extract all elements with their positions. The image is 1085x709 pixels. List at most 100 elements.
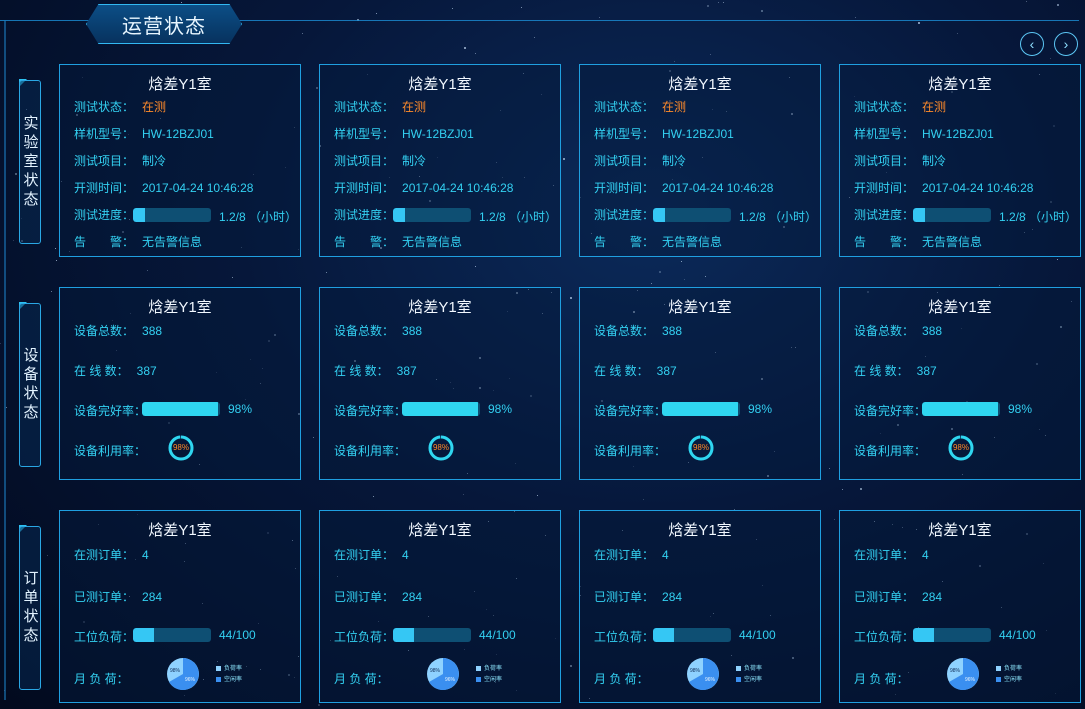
pie-label-idle: 96% [705, 677, 716, 683]
load-bar [913, 628, 991, 642]
section-tab-label: 设备状态 [21, 347, 39, 423]
pie-label-load: 98% [950, 668, 961, 674]
chevron-left-icon: ‹ [1029, 36, 1035, 52]
pie-svg [427, 658, 459, 690]
device-util: 设备利用率： [74, 442, 146, 459]
alarm-value: 无告警信息 [142, 235, 203, 249]
progress-value: 1.2/8 （小时） [999, 210, 1078, 224]
alarm-label: 告 警： [854, 235, 915, 249]
prev-button[interactable]: ‹ [1020, 32, 1044, 56]
util-ring-value: 98% [172, 443, 189, 452]
intact-value: 98% [1008, 402, 1033, 416]
start-time: 开测时间： 2017-04-24 10:46:28 [334, 179, 513, 196]
station-load: 工位负荷： [854, 628, 914, 645]
intact-bar [142, 402, 220, 416]
legend-item-idle: 空闲率 [476, 675, 502, 686]
order-status-card[interactable]: 焓差Y1室 在测订单： 4 已测订单： 284 工位负荷： 44/100 月 负 荷： 98% 9… [59, 510, 301, 703]
legend-swatch-load [736, 665, 741, 671]
legend-swatch-idle [476, 676, 481, 682]
pie-legend: 负荷率 空闲率 [216, 664, 242, 686]
station-load-label: 工位负荷： [594, 630, 655, 644]
device-total: 设备总数： 388 [594, 322, 682, 339]
section-tab-order[interactable]: 订单状态 [19, 526, 41, 690]
device-status-card[interactable]: 焓差Y1室 设备总数： 388 在 线 数： 387 设备完好率： 98% 设备利用率： 98% [319, 287, 561, 480]
device-status-card[interactable]: 焓差Y1室 设备总数： 388 在 线 数： 387 设备完好率： 98% 设备利用率： 98% [59, 287, 301, 480]
sample-model: 样机型号： HW-12BZJ01 [74, 125, 214, 142]
card-title: 焓差Y1室 [148, 299, 212, 316]
util-ring-value: 98% [952, 443, 969, 452]
left-rail [4, 20, 6, 700]
lab-status-card[interactable]: 焓差Y1室 测试状态： 在测 样机型号： HW-12BZJ01 测试项目： 制冷 开测时间： 2… [839, 64, 1081, 257]
progress-value: 1.2/8 （小时） [739, 210, 818, 224]
orders-tested-value: 284 [662, 590, 683, 604]
intact-value: 98% [228, 402, 253, 416]
pie-legend: 负荷率 空闲率 [476, 664, 502, 686]
card-title: 焓差Y1室 [148, 522, 212, 539]
section-tab-label: 订单状态 [21, 570, 39, 646]
start-time-value: 2017-04-24 10:46:28 [922, 181, 1034, 195]
start-time-label: 开测时间： [334, 181, 395, 195]
test-project: 测试项目： 制冷 [334, 152, 426, 169]
util-ring: 98% [167, 434, 195, 462]
pie-svg [167, 658, 199, 690]
order-status-card[interactable]: 焓差Y1室 在测订单： 4 已测订单： 284 工位负荷： 44/100 月 负 荷： 98% 9… [579, 510, 821, 703]
orders-testing: 在测订单： 4 [334, 546, 409, 563]
device-util: 设备利用率： [594, 442, 666, 459]
device-status-card[interactable]: 焓差Y1室 设备总数： 388 在 线 数： 387 设备完好率： 98% 设备利用率： 98% [839, 287, 1081, 480]
orders-testing-value: 4 [922, 548, 929, 562]
chevron-right-icon: › [1063, 36, 1069, 52]
section-tab-lab[interactable]: 实验室状态 [19, 80, 41, 244]
lab-status-card[interactable]: 焓差Y1室 测试状态： 在测 样机型号： HW-12BZJ01 测试项目： 制冷 开测时间： 2… [59, 64, 301, 257]
load-value: 44/100 [999, 628, 1036, 642]
test-project-label: 测试项目： [854, 154, 915, 168]
orders-tested-label: 已测订单： [334, 590, 395, 604]
start-time-value: 2017-04-24 10:46:28 [402, 181, 514, 195]
device-online-value: 387 [916, 364, 937, 378]
alarm-value: 无告警信息 [662, 235, 723, 249]
order-status-card[interactable]: 焓差Y1室 在测订单： 4 已测订单： 284 工位负荷： 44/100 月 负 荷： 98% 9… [319, 510, 561, 703]
next-button[interactable]: › [1054, 32, 1078, 56]
pie-label-idle: 96% [445, 677, 456, 683]
month-load-pie: 98% 96% [946, 657, 980, 691]
progress-bar [393, 208, 471, 222]
orders-testing-value: 4 [402, 548, 409, 562]
card-title: 焓差Y1室 [668, 299, 732, 316]
device-util-label: 设备利用率： [854, 444, 927, 458]
device-online-label: 在 线 数： [334, 364, 389, 378]
intact-bar [662, 402, 740, 416]
lab-status-card[interactable]: 焓差Y1室 测试状态： 在测 样机型号： HW-12BZJ01 测试项目： 制冷 开测时间： 2… [319, 64, 561, 257]
card-title: 焓差Y1室 [408, 299, 472, 316]
legend-item-idle: 空闲率 [216, 675, 242, 686]
legend-item-load: 负荷率 [216, 664, 242, 675]
card-title: 焓差Y1室 [928, 522, 992, 539]
device-intact: 设备完好率： [334, 402, 406, 419]
alarm-label: 告 警： [594, 235, 655, 249]
station-load: 工位负荷： [334, 628, 394, 645]
start-time-label: 开测时间： [594, 181, 655, 195]
start-time: 开测时间： 2017-04-24 10:46:28 [594, 179, 773, 196]
start-time-label: 开测时间： [74, 181, 135, 195]
legend-label-load: 负荷率 [744, 666, 763, 672]
test-progress-label: 测试进度： [74, 208, 135, 222]
order-status-card[interactable]: 焓差Y1室 在测订单： 4 已测订单： 284 工位负荷： 44/100 月 负 荷： 98% 9… [839, 510, 1081, 703]
sample-model-value: HW-12BZJ01 [662, 127, 734, 141]
pie-label-load: 98% [430, 668, 441, 674]
intact-bar-fill [662, 402, 739, 416]
start-time: 开测时间： 2017-04-24 10:46:28 [854, 179, 1033, 196]
intact-bar [922, 402, 1000, 416]
device-online-label: 在 线 数： [74, 364, 129, 378]
month-load: 月 负 荷： [74, 670, 129, 687]
sample-model: 样机型号： HW-12BZJ01 [854, 125, 994, 142]
section-tab-device[interactable]: 设备状态 [19, 303, 41, 467]
orders-testing-label: 在测订单： [854, 548, 915, 562]
legend-item-idle: 空闲率 [996, 675, 1022, 686]
alarm: 告 警： 无告警信息 [74, 233, 202, 250]
alarm: 告 警： 无告警信息 [854, 233, 982, 250]
month-load: 月 负 荷： [334, 670, 389, 687]
lab-status-card[interactable]: 焓差Y1室 测试状态： 在测 样机型号： HW-12BZJ01 测试项目： 制冷 开测时间： 2… [579, 64, 821, 257]
progress-bar [653, 208, 731, 222]
month-load: 月 负 荷： [594, 670, 649, 687]
device-total-value: 388 [142, 324, 163, 338]
device-status-card[interactable]: 焓差Y1室 设备总数： 388 在 线 数： 387 设备完好率： 98% 设备利用率： 98% [579, 287, 821, 480]
test-project-value: 制冷 [142, 154, 167, 168]
